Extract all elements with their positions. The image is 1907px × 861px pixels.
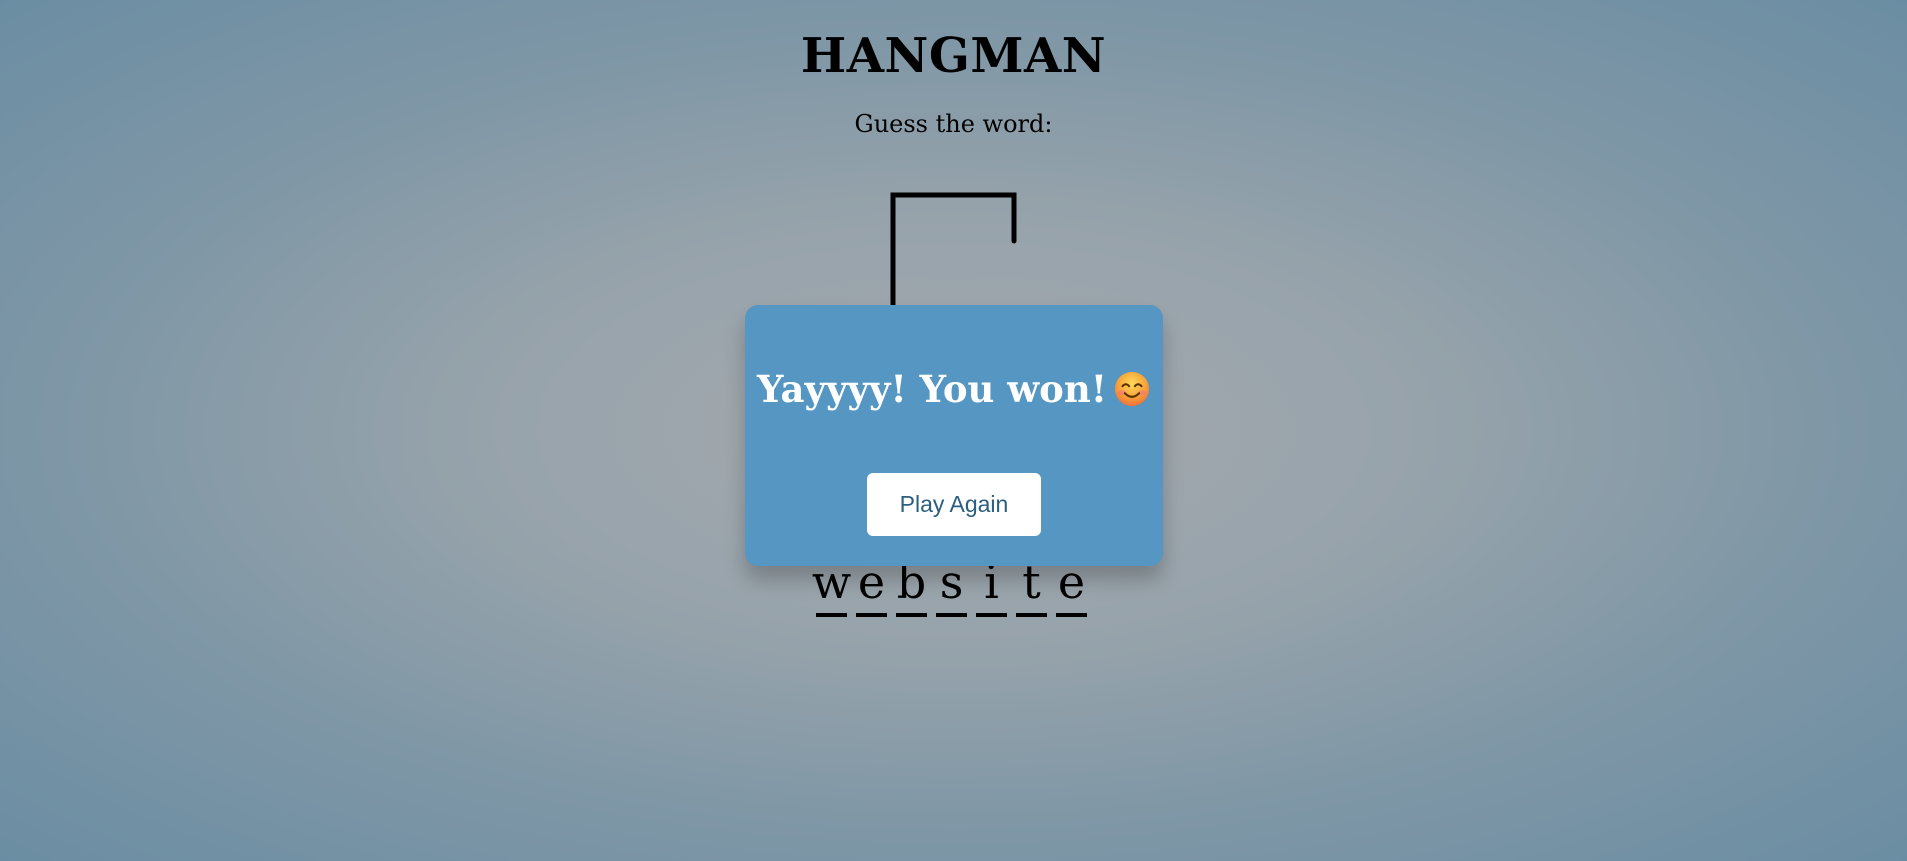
win-message: Yayyyy! You won! bbox=[757, 367, 1107, 411]
game-title: HANGMAN bbox=[800, 28, 1107, 84]
letter-underline bbox=[1016, 613, 1047, 617]
gallows-figure bbox=[890, 192, 1017, 325]
win-popup: Yayyyy! You won! Play Again bbox=[745, 305, 1163, 566]
smiling-face-icon bbox=[1114, 371, 1150, 407]
letter-underline bbox=[816, 613, 847, 617]
letter-underline bbox=[936, 613, 967, 617]
letter-underline bbox=[976, 613, 1007, 617]
letter-underline bbox=[1056, 613, 1087, 617]
play-again-button[interactable]: Play Again bbox=[867, 473, 1041, 536]
win-message-row: Yayyyy! You won! bbox=[745, 367, 1163, 411]
word-prompt: Guess the word: bbox=[854, 110, 1053, 138]
letter-underline bbox=[896, 613, 927, 617]
letter-underline bbox=[856, 613, 887, 617]
